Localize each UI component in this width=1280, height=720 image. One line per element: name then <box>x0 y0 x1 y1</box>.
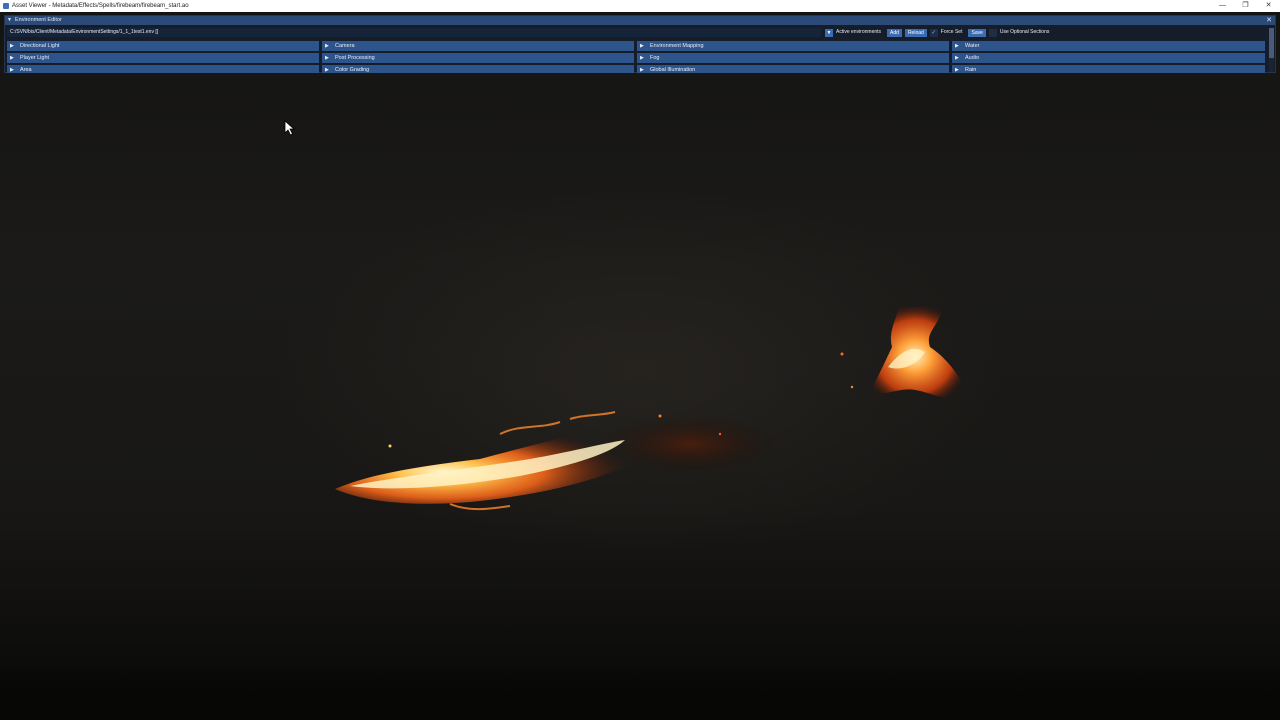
section-grid: ▶ Directional Light ▶ Camera ▶ Environment … <box>7 41 1267 73</box>
triangle-right-icon: ▶ <box>955 55 959 61</box>
editor-scrollbar[interactable] <box>1269 28 1274 72</box>
section-fog[interactable]: ▶ Fog <box>637 53 949 63</box>
reload-button[interactable]: Reload <box>904 28 927 37</box>
triangle-right-icon: ▶ <box>640 55 644 61</box>
force-set-checkbox[interactable]: ✓ <box>929 28 938 37</box>
triangle-right-icon: ▶ <box>10 67 14 73</box>
section-label: Fog <box>650 55 660 61</box>
section-rain[interactable]: ▶ Rain <box>952 65 1265 73</box>
section-directional-light[interactable]: ▶ Directional Light <box>7 41 319 51</box>
triangle-right-icon: ▶ <box>325 43 329 49</box>
restore-button[interactable]: ❐ <box>1234 0 1257 12</box>
force-set-label: Force Set <box>940 29 963 35</box>
environment-editor-panel: ▼ Environment Editor ✕ C:/SVN/bis/Client… <box>4 15 1276 73</box>
triangle-right-icon: ▶ <box>640 67 644 73</box>
active-environments-label: Active environments <box>836 29 882 35</box>
use-optional-sections-label: Use Optional Sections <box>999 29 1050 35</box>
section-label: Directional Light <box>20 43 60 49</box>
close-window-button[interactable]: ✕ <box>1257 0 1280 12</box>
checkmark-icon: ✓ <box>931 29 937 36</box>
triangle-right-icon: ▶ <box>10 55 14 61</box>
fire-burst-effect <box>840 304 970 400</box>
section-label: Audio <box>965 55 980 61</box>
editor-title: Environment Editor <box>15 17 62 23</box>
triangle-right-icon: ▶ <box>325 55 329 61</box>
save-button[interactable]: Save <box>968 28 986 37</box>
section-color-grading[interactable]: ▶ Color Grading <box>322 65 634 73</box>
triangle-right-icon: ▶ <box>955 43 959 49</box>
section-camera[interactable]: ▶ Camera <box>322 41 634 51</box>
section-label: Environment Mapping <box>650 43 704 49</box>
minimize-button[interactable]: — <box>1211 0 1234 12</box>
mouse-pointer-icon <box>284 120 296 136</box>
window-titlebar: Asset Viewer - Metadata/Effects/Spells/f… <box>0 0 1280 12</box>
use-optional-sections-checkbox[interactable] <box>988 28 997 37</box>
scene-viewport[interactable] <box>0 12 1280 720</box>
section-label: Area <box>20 67 32 73</box>
active-environments-dropdown[interactable]: ▼ <box>825 28 833 37</box>
triangle-right-icon: ▶ <box>955 67 959 73</box>
section-player-light[interactable]: ▶ Player Light <box>7 53 319 63</box>
fire-beam-effect <box>335 411 780 511</box>
section-environment-mapping[interactable]: ▶ Environment Mapping <box>637 41 949 51</box>
section-label: Global Illumination <box>650 67 696 73</box>
section-label: Water <box>965 43 980 49</box>
ground-shadow <box>0 658 1280 720</box>
section-audio[interactable]: ▶ Audio <box>952 53 1265 63</box>
section-label: Player Light <box>20 55 50 61</box>
scrollbar-thumb[interactable] <box>1269 28 1274 58</box>
editor-header: ▼ Environment Editor ✕ <box>5 16 1275 25</box>
triangle-right-icon: ▶ <box>640 43 644 49</box>
section-post-processing[interactable]: ▶ Post Processing <box>322 53 634 63</box>
close-icon[interactable]: ✕ <box>1266 16 1272 25</box>
section-label: Camera <box>335 43 355 49</box>
add-button[interactable]: Add <box>887 28 902 37</box>
section-label: Post Processing <box>335 55 375 61</box>
triangle-down-icon[interactable]: ▼ <box>7 16 12 25</box>
window-controls: — ❐ ✕ <box>1211 0 1280 12</box>
env-file-path-input[interactable]: C:/SVN/bis/Client/Metadata/EnvironmentSe… <box>7 28 821 37</box>
triangle-down-icon: ▼ <box>826 29 832 36</box>
section-water[interactable]: ▶ Water <box>952 41 1265 51</box>
section-label: Color Grading <box>335 67 370 73</box>
window-title: Asset Viewer - Metadata/Effects/Spells/f… <box>12 3 189 9</box>
section-area[interactable]: ▶ Area <box>7 65 319 73</box>
triangle-right-icon: ▶ <box>10 43 14 49</box>
section-global-illumination[interactable]: ▶ Global Illumination <box>637 65 949 73</box>
triangle-right-icon: ▶ <box>325 67 329 73</box>
app-icon <box>3 3 9 9</box>
editor-toolbar: ▼ Active environments Add Reload ✓ Force… <box>825 28 1052 37</box>
section-label: Rain <box>965 67 977 73</box>
